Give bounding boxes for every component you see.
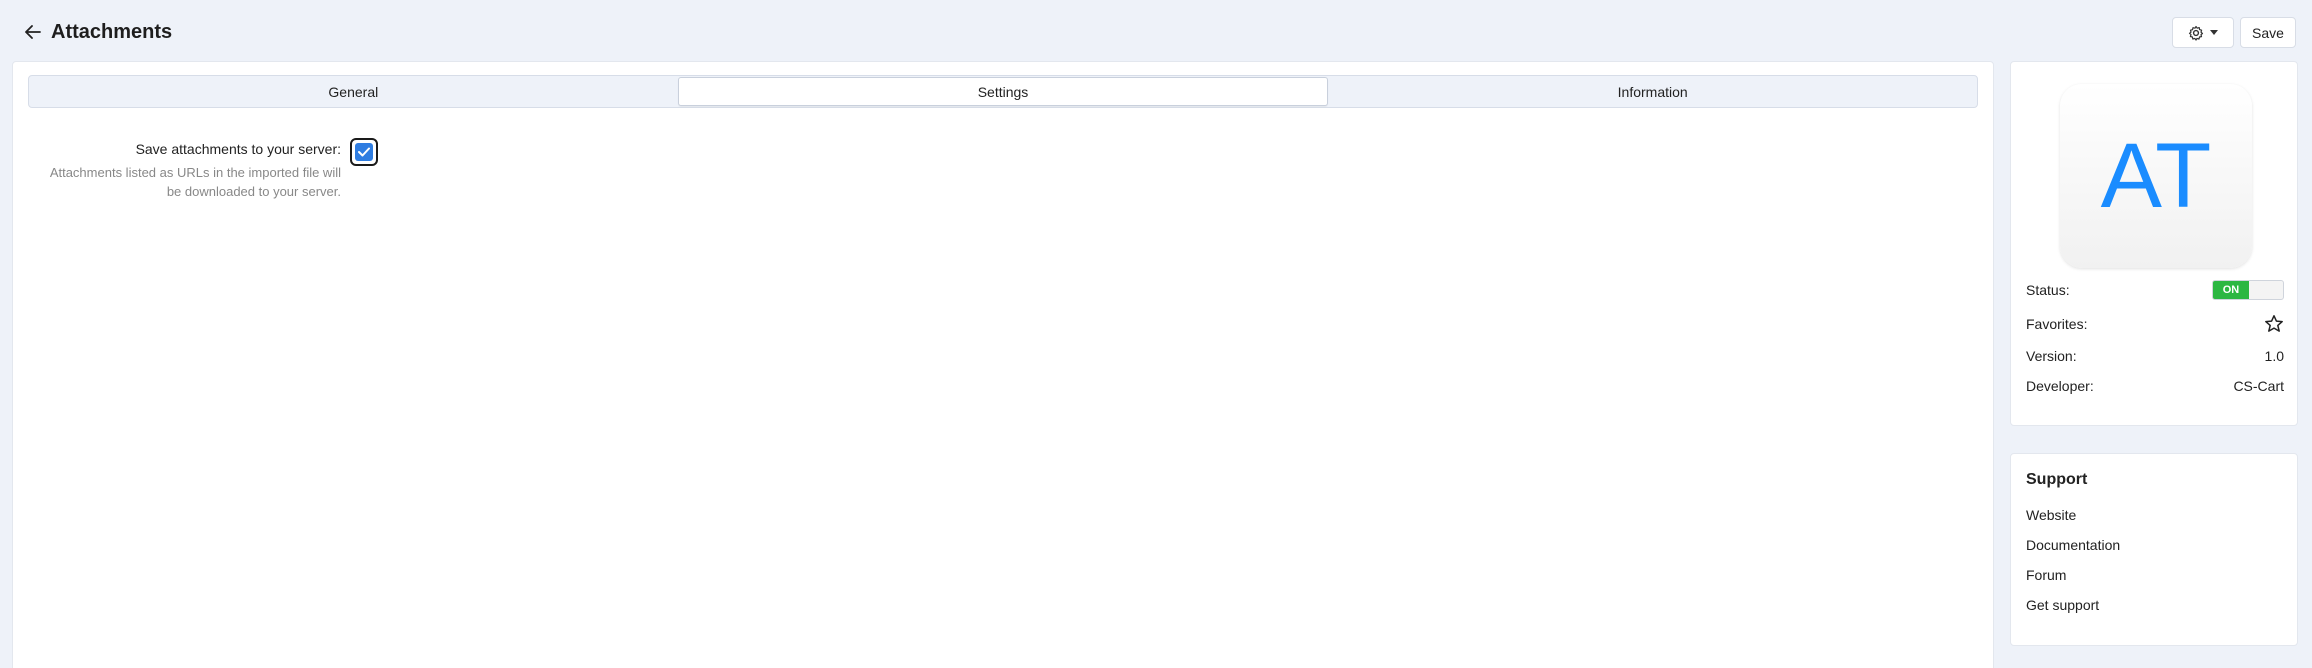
- developer-label: Developer:: [2026, 378, 2094, 394]
- developer-row: Developer: CS-Cart: [2026, 375, 2284, 397]
- arrow-left-icon: [25, 25, 41, 39]
- status-row: Status: ON: [2026, 279, 2284, 301]
- main-panel: General Settings Information Save attach…: [12, 61, 1994, 668]
- support-title: Support: [2026, 471, 2088, 488]
- favorites-row: Favorites:: [2026, 313, 2284, 335]
- tab-bar: General Settings Information: [28, 75, 1978, 108]
- support-link-documentation[interactable]: Documentation: [2026, 537, 2120, 553]
- version-row: Version: 1.0: [2026, 345, 2284, 367]
- status-label: Status:: [2026, 282, 2070, 298]
- tab-settings[interactable]: Settings: [677, 77, 1329, 106]
- support-link-website[interactable]: Website: [2026, 507, 2076, 523]
- status-toggle-on: ON: [2213, 281, 2249, 299]
- support-link-get-support[interactable]: Get support: [2026, 597, 2099, 613]
- support-card: Support Website Documentation Forum Get …: [2010, 453, 2298, 646]
- page-header: Attachments Save: [0, 0, 2312, 62]
- version-label: Version:: [2026, 348, 2077, 364]
- page-title: Attachments: [51, 21, 173, 43]
- back-button[interactable]: [18, 18, 48, 46]
- save-attachments-label: Save attachments to your server:: [135, 141, 341, 157]
- tab-general[interactable]: General: [29, 76, 678, 107]
- addon-logo: AT: [2060, 84, 2252, 268]
- developer-value: CS-Cart: [2233, 378, 2284, 394]
- tab-information[interactable]: Information: [1328, 76, 1977, 107]
- favorites-label: Favorites:: [2026, 316, 2088, 332]
- version-value: 1.0: [2264, 348, 2284, 364]
- save-attachments-checkbox[interactable]: [350, 138, 378, 166]
- save-button[interactable]: Save: [2240, 17, 2296, 48]
- checkbox-checked: [355, 143, 373, 161]
- star-icon[interactable]: [2264, 314, 2284, 334]
- settings-dropdown-button[interactable]: [2172, 17, 2234, 48]
- gear-icon: [2188, 25, 2204, 41]
- chevron-down-icon: [2210, 30, 2218, 35]
- addon-info-card: AT Status: ON Favorites: Version: 1.0 De…: [2010, 61, 2298, 426]
- save-attachments-help: Attachments listed as URLs in the import…: [49, 165, 341, 199]
- checkmark-icon: [358, 147, 370, 157]
- support-link-forum[interactable]: Forum: [2026, 567, 2066, 583]
- status-toggle[interactable]: ON: [2212, 280, 2284, 300]
